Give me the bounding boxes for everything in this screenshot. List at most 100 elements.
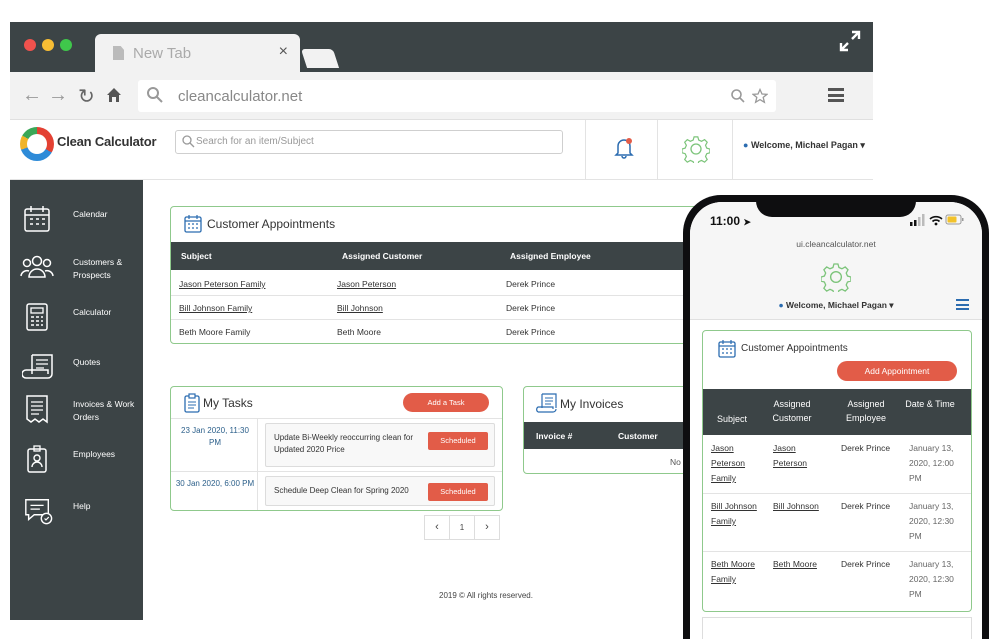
sidebar-item-quotes[interactable]: Quotes bbox=[10, 348, 143, 392]
quotes-icon bbox=[22, 354, 53, 379]
sidebar-item-employees[interactable]: Employees bbox=[10, 440, 143, 484]
column-header: Assigned Customer bbox=[342, 251, 423, 261]
task-text: Schedule Deep Clean for Spring 2020 bbox=[274, 486, 409, 495]
caret-down-icon: ▾ bbox=[860, 140, 865, 150]
browser-menu-icon[interactable] bbox=[828, 88, 844, 102]
appointment-subject-link[interactable]: Bill Johnson Family bbox=[179, 303, 252, 313]
column-header: Subject bbox=[716, 414, 748, 424]
search-input[interactable]: Search for an item/Subject bbox=[175, 130, 563, 154]
search-placeholder: Search for an item/Subject bbox=[196, 136, 314, 147]
add-appointment-button[interactable]: Add Appointment bbox=[837, 361, 957, 381]
appointment-date: January 13, 2020, 12:30 PM bbox=[909, 501, 954, 541]
appointment-date: January 13, 2020, 12:00 PM bbox=[909, 443, 954, 483]
forward-arrow-icon[interactable]: → bbox=[48, 84, 68, 107]
column-header: Assigned Employee bbox=[510, 251, 591, 261]
reload-icon[interactable]: ↻ bbox=[78, 84, 95, 109]
column-header: Assigned Employee bbox=[845, 399, 887, 423]
appointment-customer-link[interactable]: Bill Johnson bbox=[337, 303, 383, 313]
star-bookmark-icon[interactable] bbox=[752, 88, 768, 104]
calendar-icon bbox=[718, 340, 736, 358]
column-header: Subject bbox=[181, 251, 212, 261]
appointment-customer-link[interactable]: Beth Moore bbox=[773, 557, 821, 572]
row-divider bbox=[171, 319, 769, 320]
expand-icon[interactable] bbox=[839, 30, 861, 52]
address-bar[interactable]: cleancalculator.net bbox=[138, 80, 776, 112]
row-divider bbox=[703, 493, 971, 494]
page-1-button[interactable]: 1 bbox=[449, 515, 475, 540]
appointment-subject[interactable]: Beth Moore Family bbox=[179, 327, 250, 337]
column-header: Customer bbox=[618, 431, 658, 441]
appointment-subject-link[interactable]: Jason Peterson Family bbox=[711, 441, 759, 486]
sidebar-item-calculator[interactable]: Calculator bbox=[10, 298, 143, 342]
appointment-customer[interactable]: Beth Moore bbox=[337, 327, 381, 337]
appointment-customer-link[interactable]: Jason Peterson bbox=[337, 279, 396, 289]
appointment-subject-link[interactable]: Bill Johnson Family bbox=[711, 499, 759, 529]
employees-icon bbox=[27, 445, 47, 473]
customers-icon bbox=[20, 255, 54, 278]
sidebar-label: Invoices & Work Orders bbox=[73, 399, 135, 422]
sidebar-item-calendar[interactable]: Calendar bbox=[10, 200, 143, 244]
minimize-window-button[interactable] bbox=[42, 39, 54, 51]
invoices-icon bbox=[26, 395, 48, 424]
new-tab-button[interactable] bbox=[300, 49, 340, 68]
next-page-button[interactable]: › bbox=[474, 515, 500, 540]
divider bbox=[171, 471, 502, 472]
close-window-button[interactable] bbox=[24, 39, 36, 51]
maximize-window-button[interactable] bbox=[60, 39, 72, 51]
help-icon bbox=[25, 499, 53, 525]
card-title: My Tasks bbox=[203, 396, 253, 410]
my-tasks-card: My Tasks Add a Task 23 Jan 2020, 11:30 P… bbox=[170, 386, 503, 511]
column-header: Invoice # bbox=[536, 431, 573, 441]
sidebar-label: Calendar bbox=[73, 209, 108, 219]
sidebar-item-invoices[interactable]: Invoices & Work Orders bbox=[10, 390, 143, 434]
browser-tab[interactable]: New Tab × bbox=[95, 34, 300, 72]
divider bbox=[171, 418, 502, 419]
url-text: cleancalculator.net bbox=[178, 88, 303, 105]
sidebar-item-customers[interactable]: Customers & Prospects bbox=[10, 248, 143, 292]
phone-screen: 11:00 ➤ ui.cleancalculator.net ● Welcome… bbox=[690, 202, 982, 639]
logo-text: Clean Calculator bbox=[57, 134, 157, 149]
hamburger-menu-icon[interactable] bbox=[956, 299, 969, 310]
customer-appointments-card: Customer Appointments Subject Assigned C… bbox=[170, 206, 770, 344]
document-icon bbox=[113, 46, 124, 60]
gear-icon bbox=[682, 136, 710, 163]
appointment-employee: Derek Prince bbox=[841, 559, 891, 569]
phone-url[interactable]: ui.cleancalculator.net bbox=[690, 239, 982, 249]
task-item[interactable]: Update Bi-Weekly reoccurring clean for U… bbox=[265, 423, 495, 467]
home-icon[interactable] bbox=[106, 87, 122, 103]
phone-appointments-card: Customer Appointments Add Appointment Su… bbox=[702, 330, 972, 612]
zoom-icon[interactable] bbox=[730, 88, 746, 104]
appointment-employee: Derek Prince bbox=[506, 303, 556, 313]
sidebar-label: Calculator bbox=[73, 307, 112, 317]
sidebar-item-help[interactable]: Help bbox=[10, 492, 143, 536]
scheduled-badge[interactable]: Scheduled bbox=[428, 432, 488, 450]
browser-titlebar: New Tab × bbox=[10, 22, 873, 72]
appointment-customer-link[interactable]: Bill Johnson bbox=[773, 499, 821, 514]
appointment-employee: Derek Prince bbox=[841, 501, 891, 511]
notifications-button[interactable] bbox=[585, 120, 657, 180]
appointment-customer-link[interactable]: Jason Peterson bbox=[773, 441, 821, 471]
app-header: Clean Calculator Search for an item/Subj… bbox=[10, 120, 873, 180]
back-arrow-icon[interactable]: ← bbox=[22, 84, 42, 107]
settings-button[interactable] bbox=[657, 120, 732, 180]
phone-table-header: Subject Assigned Customer Assigned Emplo… bbox=[703, 389, 971, 435]
add-task-button[interactable]: Add a Task bbox=[403, 393, 489, 412]
clean-calculator-logo bbox=[20, 127, 54, 161]
scheduled-badge[interactable]: Scheduled bbox=[428, 483, 488, 501]
status-bar-icons bbox=[910, 214, 964, 226]
gear-icon[interactable] bbox=[821, 262, 851, 292]
task-item[interactable]: Schedule Deep Clean for Spring 2020 Sche… bbox=[265, 476, 495, 506]
prev-page-button[interactable]: ‹ bbox=[424, 515, 450, 540]
user-menu[interactable]: ● Welcome, Michael Pagan ▾ bbox=[732, 120, 873, 180]
appointment-employee: Derek Prince bbox=[506, 327, 556, 337]
task-date: 30 Jan 2020, 6:00 PM bbox=[175, 479, 255, 488]
task-text: Update Bi-Weekly reoccurring clean for U… bbox=[274, 433, 414, 454]
sidebar-label: Quotes bbox=[73, 357, 101, 367]
tab-close-icon[interactable]: × bbox=[279, 43, 288, 61]
phone-welcome-user[interactable]: ● Welcome, Michael Pagan ▾ bbox=[690, 300, 982, 311]
appointment-subject-link[interactable]: Jason Peterson Family bbox=[179, 279, 265, 289]
appointment-subject-link[interactable]: Beth Moore Family bbox=[711, 557, 759, 587]
bell-icon bbox=[614, 138, 634, 159]
card-title: My Invoices bbox=[560, 397, 624, 411]
sidebar: Calendar Customers & Prospects Calculato… bbox=[10, 180, 143, 620]
